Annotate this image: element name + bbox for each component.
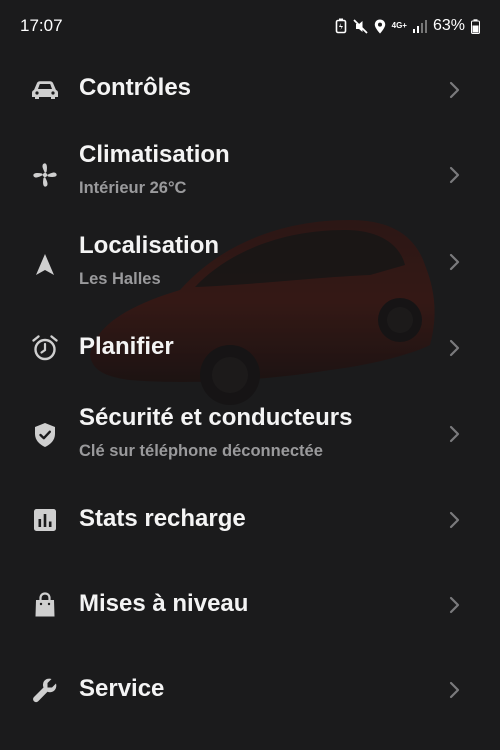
menu-item-title: Climatisation: [79, 141, 230, 168]
menu-item-title: Stats recharge: [79, 505, 246, 532]
chevron-right-icon: [449, 81, 460, 99]
alarm-clock-icon: [31, 334, 59, 362]
chevron-right-icon: [449, 166, 460, 184]
menu-item-subtitle: Les Halles: [79, 270, 161, 288]
vehicle-menu: Contrôles Climatisation Intérieur 26°C L…: [0, 0, 500, 750]
shopping-bag-icon: [31, 591, 59, 619]
menu-item-subtitle: Clé sur téléphone déconnectée: [79, 442, 323, 460]
chevron-right-icon: [449, 339, 460, 357]
tesla-app-screen: 17:07 4G+ 63% Contrôles Climatisation In…: [0, 0, 500, 750]
chevron-right-icon: [449, 511, 460, 529]
menu-item-title: Service: [79, 675, 165, 702]
menu-item-controls[interactable]: Contrôles: [0, 62, 500, 118]
menu-item-service[interactable]: Service: [0, 662, 500, 718]
chevron-right-icon: [449, 425, 460, 443]
fan-icon: [31, 161, 59, 189]
menu-item-title: Planifier: [79, 333, 174, 360]
menu-item-schedule[interactable]: Planifier: [0, 320, 500, 376]
car-icon: [31, 76, 59, 104]
menu-item-upgrades[interactable]: Mises à niveau: [0, 577, 500, 633]
bar-chart-icon: [31, 506, 59, 534]
menu-item-security[interactable]: Sécurité et conducteurs Clé sur téléphon…: [0, 402, 500, 472]
shield-check-icon: [31, 421, 59, 449]
menu-item-title: Localisation: [79, 232, 220, 259]
chevron-right-icon: [449, 596, 460, 614]
menu-item-title: Mises à niveau: [79, 590, 249, 617]
wrench-icon: [31, 676, 59, 704]
menu-item-title: Contrôles: [79, 74, 192, 101]
navigation-arrow-icon: [31, 251, 59, 279]
chevron-right-icon: [449, 253, 460, 271]
chevron-right-icon: [449, 681, 460, 699]
menu-item-title: Sécurité et conducteurs: [79, 404, 353, 431]
menu-item-location[interactable]: Localisation Les Halles: [0, 230, 500, 300]
menu-item-climate[interactable]: Climatisation Intérieur 26°C: [0, 138, 500, 208]
menu-item-subtitle: Intérieur 26°C: [79, 179, 187, 197]
menu-item-charge-stats[interactable]: Stats recharge: [0, 492, 500, 548]
